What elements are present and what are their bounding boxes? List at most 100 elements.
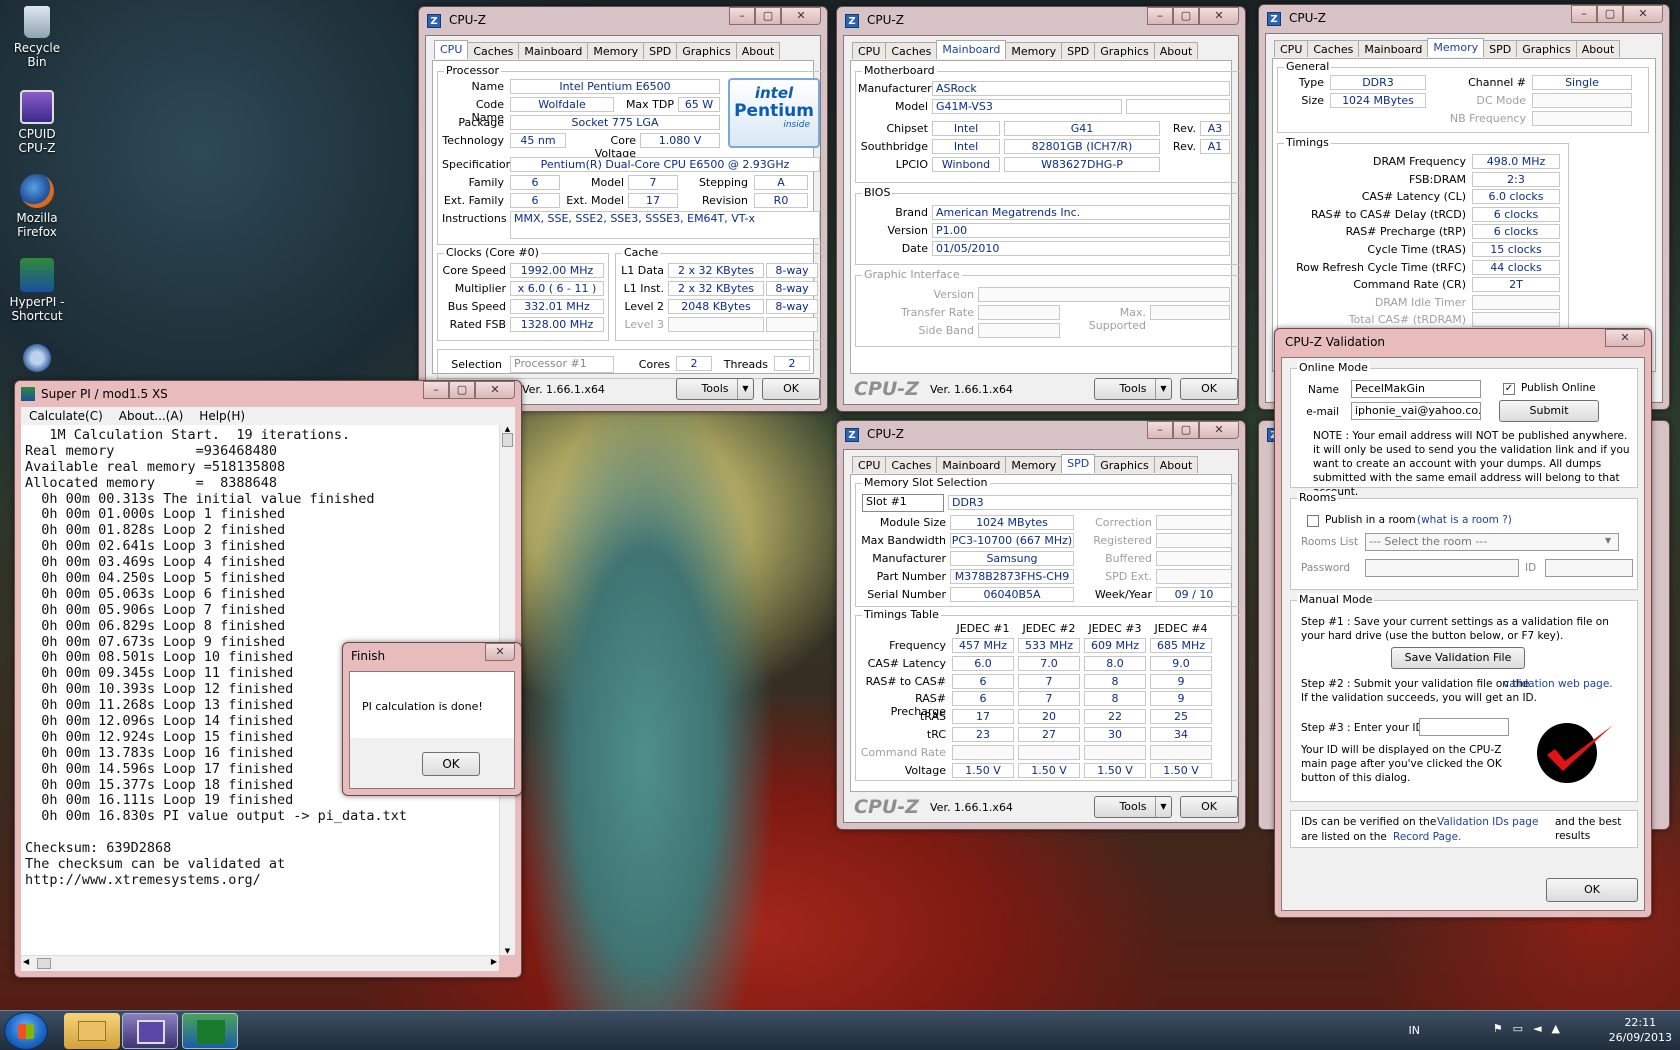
maximize-button[interactable]: ▢ xyxy=(1173,7,1199,25)
tab-caches[interactable]: Caches xyxy=(467,42,520,59)
tab-memory[interactable]: Memory xyxy=(1427,38,1485,57)
maximize-button[interactable]: ▢ xyxy=(1597,5,1623,23)
slot-select[interactable]: Slot #1 xyxy=(862,494,944,512)
tab-about[interactable]: About xyxy=(1153,42,1199,59)
tools-button[interactable]: Tools ▼ xyxy=(1094,378,1172,400)
tab-mainboard[interactable]: Mainboard xyxy=(936,456,1007,473)
ok-button[interactable]: OK xyxy=(1546,878,1638,902)
scrollbar-thumb[interactable] xyxy=(37,958,51,969)
processor-select[interactable]: Processor #1 xyxy=(510,356,614,373)
minimize-button[interactable]: – xyxy=(1147,7,1173,25)
tab-cpu[interactable]: CPU xyxy=(852,42,887,59)
tab-memory[interactable]: Memory xyxy=(1005,42,1063,59)
tab-graphics[interactable]: Graphics xyxy=(1094,42,1155,59)
tab-memory[interactable]: Memory xyxy=(587,42,645,59)
tab-mainboard[interactable]: Mainboard xyxy=(936,40,1007,59)
menu-calculate[interactable]: Calculate(C) xyxy=(29,409,103,423)
rooms-select[interactable]: --- Select the room --- xyxy=(1365,533,1619,551)
taskbar-superpi-button[interactable] xyxy=(182,1013,238,1049)
desktop-icon-firefox[interactable]: Mozilla Firefox xyxy=(4,174,70,239)
close-button[interactable]: ✕ xyxy=(475,381,515,399)
menu-help[interactable]: Help(H) xyxy=(199,409,245,423)
maximize-button[interactable]: ▢ xyxy=(1173,421,1199,439)
tab-mainboard[interactable]: Mainboard xyxy=(518,42,589,59)
horizontal-scrollbar[interactable]: ◀ ▶ xyxy=(21,955,499,971)
minimize-button[interactable]: – xyxy=(1571,5,1597,23)
flag-icon[interactable]: ⚑ xyxy=(1493,1022,1513,1035)
ok-button[interactable]: OK xyxy=(422,752,480,776)
scroll-left-arrow-icon[interactable]: ◀ xyxy=(23,957,29,966)
tab-graphics[interactable]: Graphics xyxy=(676,42,737,59)
publish-room-checkbox[interactable] xyxy=(1307,515,1319,527)
desktop-icon-cpuz[interactable]: CPUID CPU-Z xyxy=(4,90,70,155)
sb-vendor-value: Intel xyxy=(932,139,1000,154)
network-icon[interactable]: ▭ xyxy=(1513,1022,1533,1035)
close-button[interactable]: ✕ xyxy=(1199,7,1239,25)
publish-online-checkbox[interactable]: ✓ xyxy=(1503,383,1515,395)
email-input[interactable]: iphonie_vai@yahoo.co.id xyxy=(1351,402,1481,420)
minimize-button[interactable]: – xyxy=(729,7,755,25)
ok-button[interactable]: OK xyxy=(762,378,820,400)
privacy-note: NOTE : Your email address will NOT be pu… xyxy=(1313,430,1630,498)
scroll-down-arrow-icon[interactable]: ▼ xyxy=(500,947,515,955)
clock[interactable]: 22:11 26/09/2013 xyxy=(1609,1015,1672,1045)
tab-spd[interactable]: SPD xyxy=(643,42,678,59)
tab-about[interactable]: About xyxy=(1153,456,1199,473)
tab-mainboard[interactable]: Mainboard xyxy=(1358,40,1429,57)
close-button[interactable]: ✕ xyxy=(1605,329,1645,347)
name-input[interactable]: PecelMakGin xyxy=(1351,380,1481,398)
tab-cpu[interactable]: CPU xyxy=(1274,40,1309,57)
maximize-button[interactable]: ▢ xyxy=(449,381,475,399)
validation-web-page-link[interactable]: validation web page. xyxy=(1503,677,1613,691)
tab-caches[interactable]: Caches xyxy=(885,42,938,59)
volume-mute-icon[interactable]: ◄ xyxy=(1533,1022,1551,1035)
tools-button[interactable]: Tools ▼ xyxy=(1094,796,1172,818)
tab-caches[interactable]: Caches xyxy=(885,456,938,473)
ok-button[interactable]: OK xyxy=(1180,378,1238,400)
ok-button[interactable]: OK xyxy=(1180,796,1238,818)
room-id-input[interactable] xyxy=(1545,559,1633,577)
menu-about[interactable]: About...(A) xyxy=(119,409,184,423)
tab-strip: CPU Caches Mainboard Memory SPD Graphics… xyxy=(852,454,1199,473)
scroll-right-arrow-icon[interactable]: ▶ xyxy=(491,957,497,966)
what-is-room-link[interactable]: (what is a room ?) xyxy=(1417,513,1512,527)
record-page-link[interactable]: Record Page. xyxy=(1393,830,1461,844)
close-button[interactable]: ✕ xyxy=(1199,421,1239,439)
tab-about[interactable]: About xyxy=(1575,40,1621,57)
model-value: G41M-VS3 xyxy=(932,99,1122,114)
scrollbar-thumb[interactable] xyxy=(502,433,513,447)
tab-strip: CPU Caches Mainboard Memory SPD Graphics… xyxy=(434,40,781,59)
language-indicator[interactable]: IN xyxy=(1409,1023,1420,1038)
save-validation-file-button[interactable]: Save Validation File xyxy=(1391,647,1525,669)
tab-cpu[interactable]: CPU xyxy=(434,40,469,59)
tab-graphics[interactable]: Graphics xyxy=(1094,456,1155,473)
tab-spd[interactable]: SPD xyxy=(1061,454,1096,473)
tab-spd[interactable]: SPD xyxy=(1483,40,1518,57)
tab-graphics[interactable]: Graphics xyxy=(1516,40,1577,57)
close-button[interactable]: ✕ xyxy=(1623,5,1663,23)
tab-memory[interactable]: Memory xyxy=(1005,456,1063,473)
minimize-button[interactable]: – xyxy=(1147,421,1173,439)
tab-spd[interactable]: SPD xyxy=(1061,42,1096,59)
tab-caches[interactable]: Caches xyxy=(1307,40,1360,57)
validation-id-input[interactable] xyxy=(1419,718,1509,736)
minimize-button[interactable]: – xyxy=(423,381,449,399)
maximize-button[interactable]: ▢ xyxy=(755,7,781,25)
desktop-icon-recycle-bin[interactable]: Recycle Bin xyxy=(4,6,70,69)
desktop-icon-app[interactable] xyxy=(4,344,70,375)
start-button[interactable] xyxy=(4,1012,48,1050)
tools-button[interactable]: Tools ▼ xyxy=(676,378,754,400)
tab-about[interactable]: About xyxy=(735,42,781,59)
close-button[interactable]: ✕ xyxy=(485,643,515,661)
close-button[interactable]: ✕ xyxy=(781,7,821,25)
password-input[interactable] xyxy=(1365,559,1519,577)
show-hidden-icons[interactable]: ▲ xyxy=(1552,1022,1570,1035)
spd-cell: 8 xyxy=(1084,673,1146,689)
taskbar-explorer-button[interactable] xyxy=(64,1013,120,1049)
tab-cpu[interactable]: CPU xyxy=(852,456,887,473)
validation-ids-link[interactable]: Validation IDs page xyxy=(1437,815,1538,829)
taskbar-cpuz-button[interactable] xyxy=(122,1013,178,1049)
scroll-up-arrow-icon[interactable]: ▲ xyxy=(500,425,515,433)
desktop-icon-hyperpi[interactable]: HyperPI - Shortcut xyxy=(4,258,70,323)
submit-button[interactable]: Submit xyxy=(1499,400,1599,422)
